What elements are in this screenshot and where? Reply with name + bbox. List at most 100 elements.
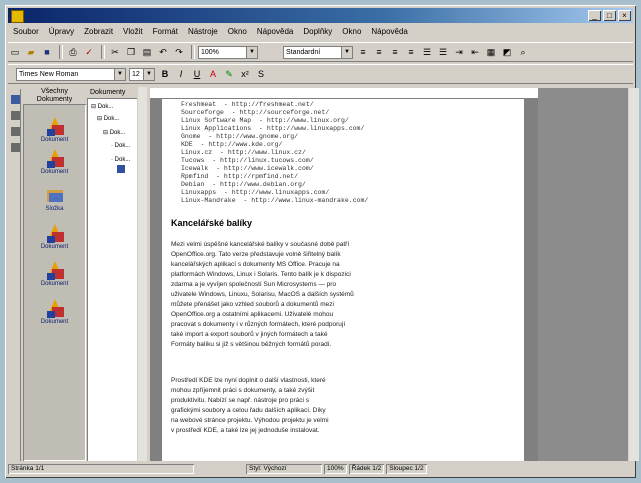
shortcut-item[interactable]: Složka [23,184,86,212]
copy-icon[interactable]: ❐ [124,45,138,59]
find-icon[interactable]: ⌕ [516,45,530,59]
table-icon[interactable]: ▦ [484,45,498,59]
justify-icon[interactable]: ≡ [404,45,418,59]
menu-item[interactable]: Doplňky [298,27,337,36]
tree-header: Dokumenty [87,87,137,99]
title-bar: _ □ × [8,8,633,23]
application-window: _ □ × Soubor Úpravy Zobrazit Vložit Form… [5,5,639,478]
toolbar-icon[interactable] [11,127,20,136]
menu-item[interactable]: Zobrazit [79,27,118,36]
status-bar: Stránka 1/1 Styl: Výchozí 100% Řádek 1/2… [8,463,633,475]
url-line: Icewalk - http://www.icewalk.com/ [181,165,314,172]
undo-icon[interactable]: ↶ [156,45,170,59]
shortcut-item[interactable]: Dokument [23,147,86,175]
tree-node[interactable]: · Dok... [111,157,130,163]
text-line: mohou zpříjemnit práci s dokumenty, a ta… [171,387,315,394]
menu-item[interactable]: Nápověda [252,27,298,36]
standard-toolbar: ▭ ▰ ■ ⎙ ✓ ✂ ❐ ▤ ↶ ↷ 100% ▼ Standardní ▼ ≡ … [8,42,633,62]
text-line: Mezi velmi úspěšné kancelářské balíky v … [171,241,350,248]
style-select[interactable]: Standardní ▼ [283,45,353,59]
editor-scrollbar[interactable] [629,88,639,461]
status-line: Řádek 1/2 [349,464,385,474]
tree-node[interactable]: ⊟ Dok... [97,115,119,122]
document-icon [44,297,66,319]
italic-icon[interactable]: I [174,67,188,81]
align-right-icon[interactable]: ≡ [388,45,402,59]
document-icon [117,165,125,173]
open-folder-icon[interactable]: ▰ [24,45,38,59]
chevron-down-icon: ▼ [246,46,257,58]
text-line: pracovat s dokumenty i v různých formáte… [171,321,346,328]
shortcut-item[interactable]: Dokument [23,297,86,325]
text-line: kancelářských aplikací s dokumenty MS Of… [171,261,340,268]
menu-item[interactable]: Okno [223,27,252,36]
folder-icon [44,184,66,206]
superscript-icon[interactable]: x² [238,67,252,81]
text-line: zdarma a je vyvíjen společností Sun Micr… [171,281,337,288]
tree-node[interactable]: ⊟ Dok... [91,103,113,110]
menu-bar: Soubor Úpravy Zobrazit Vložit Formát Nás… [8,25,633,38]
menu-item[interactable]: Soubor [8,27,44,36]
text-line: můžete přenášet jako vzhled souborů a do… [171,301,334,308]
status-style: Styl: Výchozí [246,464,322,474]
maximize-button[interactable]: □ [603,10,616,21]
url-line: Linux.cz - http://www.linux.cz/ [181,149,306,156]
text-line: platformách Windows, Linux i Solaris. Te… [171,271,351,278]
new-document-icon[interactable]: ▭ [8,45,22,59]
text-line: také import a export souborů v jiných fo… [171,331,328,338]
shortcut-item[interactable]: Dokument [23,115,86,143]
shortcut-bar-header[interactable]: Všechny Dokumenty [23,87,86,105]
minimize-button[interactable]: _ [588,10,601,21]
text-line: uživatele Windows, Linuxu, Solarisu, Mac… [171,291,354,298]
close-button[interactable]: × [618,10,631,21]
numbering-icon[interactable]: ☰ [420,45,434,59]
paste-icon[interactable]: ▤ [140,45,154,59]
redo-icon[interactable]: ↷ [172,45,186,59]
print-icon[interactable]: ⎙ [66,45,80,59]
align-left-icon[interactable]: ≡ [356,45,370,59]
app-icon [11,10,24,23]
text-line: grafickými soubory a celou řadu dalších … [171,407,326,414]
align-center-icon[interactable]: ≡ [372,45,386,59]
toolbar-icon[interactable] [11,143,20,152]
outdent-icon[interactable]: ⇤ [468,45,482,59]
url-line: Tucows - http://linux.tucows.com/ [181,157,314,164]
chevron-down-icon: ▼ [341,46,352,58]
status-page: Stránka 1/1 [8,464,194,474]
url-line: Linux Applications - http://www.linuxapp… [181,125,365,132]
menu-item[interactable]: Okno [337,27,366,36]
indent-icon[interactable]: ⇥ [452,45,466,59]
menu-item[interactable]: Nástroje [183,27,223,36]
shortcut-item[interactable]: Dokument [23,222,86,250]
font-color-icon[interactable]: A [206,67,220,81]
bold-icon[interactable]: B [158,67,172,81]
image-icon[interactable]: ◩ [500,45,514,59]
tree-node[interactable]: · Dok... [111,143,130,149]
toolbar-icon[interactable] [11,111,20,120]
font-select[interactable]: Times New Roman ▼ [16,67,126,81]
spellcheck-icon[interactable]: ✓ [82,45,96,59]
toolbar-icon[interactable] [11,95,20,104]
tree-node[interactable]: ⊟ Dok... [103,129,125,136]
save-icon[interactable]: ■ [40,45,54,59]
menu-item[interactable]: Formát [148,27,183,36]
text-line: OpenOffice.org a ostatními aplikacemi. U… [171,311,334,318]
url-line: Linux-Mandrake - http://www.linux-mandra… [181,197,369,204]
menu-item[interactable]: Nápověda [366,27,412,36]
underline-icon[interactable]: U [190,67,204,81]
status-zoom: 100% [324,464,347,474]
text-line: na webové stránce projektu. Výhodou proj… [171,417,329,424]
text-line: Prostředí KDE lze nyní doplnit o další v… [171,377,326,384]
bullets-icon[interactable]: ☰ [436,45,450,59]
strikethrough-icon[interactable]: S [254,67,268,81]
section-heading: Kancelářské balíky [171,218,253,228]
menu-item[interactable]: Úpravy [44,27,79,36]
menu-item[interactable]: Vložit [118,27,148,36]
status-column: Sloupec 1/2 [386,464,426,474]
highlight-icon[interactable]: ✎ [222,67,236,81]
shortcut-item[interactable]: Dokument [23,259,86,287]
tree-scrollbar[interactable] [138,87,147,461]
cut-icon[interactable]: ✂ [108,45,122,59]
font-size-select[interactable]: 12 ▼ [129,67,155,81]
zoom-select[interactable]: 100% ▼ [198,45,258,59]
